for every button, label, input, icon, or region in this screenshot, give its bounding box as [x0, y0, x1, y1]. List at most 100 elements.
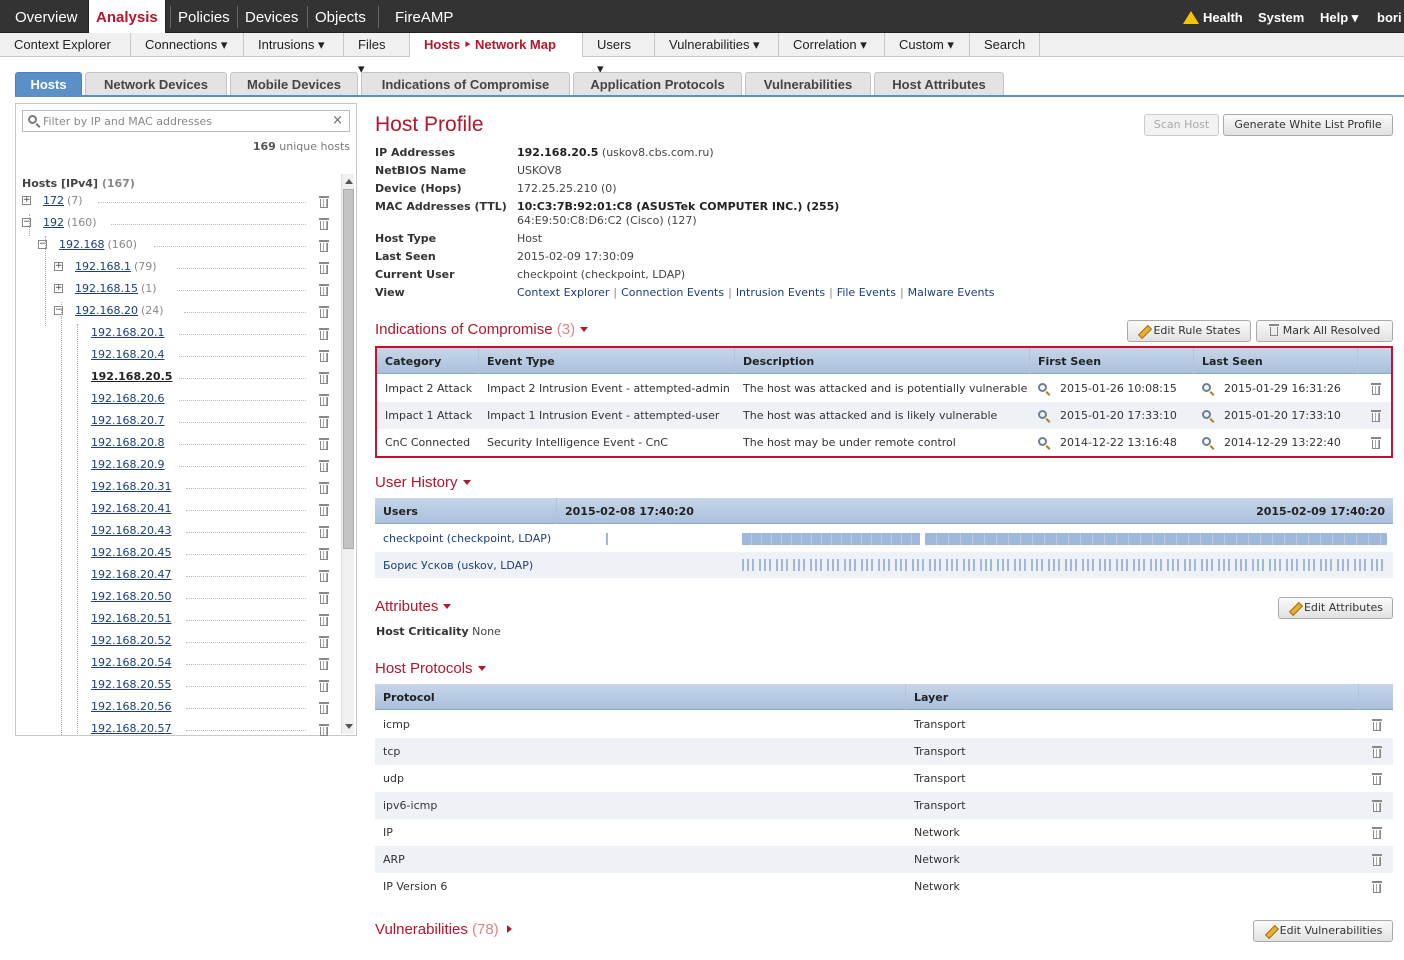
link-file-events[interactable]: File Events — [837, 286, 896, 299]
search-icon[interactable] — [1202, 383, 1211, 392]
tree-node-label[interactable]: 192.168 (160) — [59, 236, 137, 254]
health-link[interactable]: Health — [1183, 0, 1243, 33]
search-icon[interactable] — [1038, 410, 1047, 419]
nav-analysis[interactable]: Analysis — [88, 0, 166, 34]
scroll-up-icon[interactable] — [345, 179, 353, 184]
subnav-custom[interactable]: Custom ▾ — [885, 33, 970, 57]
tree-node[interactable]: 192.168.20.50 — [16, 588, 341, 606]
tree-node-label[interactable]: 192.168.15 (1) — [75, 280, 157, 298]
tree-node[interactable]: 192.168.20.1 — [16, 324, 341, 342]
tree-node-label[interactable]: 192.168.20.31 — [91, 478, 171, 496]
delete-host-icon[interactable] — [319, 327, 329, 340]
tree-node[interactable]: 192.168.20.56 — [16, 698, 341, 716]
resolve-icon[interactable] — [1371, 382, 1381, 395]
delete-host-icon[interactable] — [319, 481, 329, 494]
tree-node-label[interactable]: 192.168.20.52 — [91, 632, 171, 650]
tree-node[interactable]: 192.168.20.54 — [16, 654, 341, 672]
tree-node[interactable]: 192.168.20.41 — [16, 500, 341, 518]
link-malware-events[interactable]: Malware Events — [908, 286, 995, 299]
tree-node-label[interactable]: 192.168.20.51 — [91, 610, 171, 628]
delete-host-icon[interactable] — [319, 679, 329, 692]
delete-host-icon[interactable] — [319, 635, 329, 648]
generate-white-list-button[interactable]: Generate White List Profile — [1223, 114, 1393, 136]
delete-host-icon[interactable] — [319, 305, 329, 318]
user-link[interactable]: checkpoint (checkpoint, LDAP) — [375, 525, 551, 552]
tree-node-label[interactable]: 192.168.20.9 — [91, 456, 164, 474]
edit-vulnerabilities-button[interactable]: Edit Vulnerabilities — [1253, 920, 1393, 942]
nav-overview[interactable]: Overview — [8, 0, 85, 33]
tree-node[interactable]: −192 (160) — [16, 214, 341, 232]
expand-icon[interactable]: + — [54, 262, 63, 271]
ioc-section-title[interactable]: Indications of Compromise (3) — [375, 321, 589, 338]
expand-icon[interactable]: + — [22, 196, 31, 205]
tree-node[interactable]: 192.168.20.31 — [16, 478, 341, 496]
tree-node-label[interactable]: 192.168.20.7 — [91, 412, 164, 430]
delete-protocol-icon[interactable] — [1372, 826, 1382, 839]
delete-host-icon[interactable] — [319, 591, 329, 604]
tab-host-attributes[interactable]: Host Attributes — [874, 72, 1004, 96]
tree-node[interactable]: 192.168.20.57 — [16, 720, 341, 738]
tree-node[interactable]: 192.168.20.51 — [16, 610, 341, 628]
delete-protocol-icon[interactable] — [1372, 799, 1382, 812]
tree-scrollbar[interactable] — [341, 174, 354, 734]
col-protocol[interactable]: Protocol — [375, 684, 906, 710]
expand-icon[interactable]: + — [54, 284, 63, 293]
subnav-hosts-network-map[interactable]: Hosts ‣ Network Map — [410, 33, 583, 57]
delete-protocol-icon[interactable] — [1372, 772, 1382, 785]
tree-node-label[interactable]: 192.168.20.56 — [91, 698, 171, 716]
tree-node[interactable]: 192.168.20.47 — [16, 566, 341, 584]
tree-node[interactable]: 192.168.20.4 — [16, 346, 341, 364]
subnav-connections[interactable]: Connections ▾ — [131, 33, 244, 57]
tree-node-label[interactable]: 192.168.20.47 — [91, 566, 171, 584]
delete-host-icon[interactable] — [319, 547, 329, 560]
delete-host-icon[interactable] — [319, 459, 329, 472]
search-icon[interactable] — [1038, 437, 1047, 446]
subnav-search[interactable]: Search — [970, 33, 1040, 57]
tree-node-label[interactable]: 192.168.1 (79) — [75, 258, 157, 276]
tree-node[interactable]: +192.168.15 (1) — [16, 280, 341, 298]
col-event-type[interactable]: Event Type — [479, 348, 735, 374]
tree-node-label[interactable]: 192.168.20.54 — [91, 654, 171, 672]
delete-host-icon[interactable] — [319, 723, 329, 736]
delete-host-icon[interactable] — [319, 217, 329, 230]
delete-host-icon[interactable] — [319, 525, 329, 538]
delete-host-icon[interactable] — [319, 195, 329, 208]
scan-host-button[interactable]: Scan Host — [1144, 114, 1219, 136]
tree-node[interactable]: +172 (7) — [16, 192, 341, 210]
user-link[interactable]: Борис Усков (uskov, LDAP) — [375, 552, 533, 579]
host-protocols-title[interactable]: Host Protocols — [375, 660, 486, 677]
delete-protocol-icon[interactable] — [1372, 718, 1382, 731]
tab-hosts[interactable]: Hosts — [15, 72, 82, 96]
col-last-seen[interactable]: Last Seen — [1194, 348, 1358, 374]
system-link[interactable]: System — [1258, 0, 1304, 33]
delete-host-icon[interactable] — [319, 349, 329, 362]
clear-filter-icon[interactable]: × — [332, 113, 343, 128]
tab-vulnerabilities[interactable]: Vulnerabilities — [745, 72, 871, 96]
tree-node-label[interactable]: 192.168.20.8 — [91, 434, 164, 452]
tab-indications-of-compromise[interactable]: Indications of Compromise — [361, 72, 570, 96]
tree-node[interactable]: 192.168.20.6 — [16, 390, 341, 408]
delete-protocol-icon[interactable] — [1372, 853, 1382, 866]
delete-host-icon[interactable] — [319, 371, 329, 384]
resolve-icon[interactable] — [1371, 436, 1381, 449]
user-menu[interactable]: bori — [1377, 0, 1402, 33]
user-history-title[interactable]: User History — [375, 474, 471, 491]
scroll-thumb[interactable] — [343, 189, 354, 549]
scroll-down-icon[interactable] — [345, 724, 353, 729]
search-icon[interactable] — [1038, 383, 1047, 392]
tab-application-protocols[interactable]: Application Protocols — [573, 72, 742, 96]
delete-host-icon[interactable] — [319, 239, 329, 252]
delete-protocol-icon[interactable] — [1372, 880, 1382, 893]
mark-all-resolved-button[interactable]: Mark All Resolved — [1256, 320, 1393, 342]
tree-node[interactable]: −192.168.20 (24) — [16, 302, 341, 320]
delete-protocol-icon[interactable] — [1372, 745, 1382, 758]
delete-host-icon[interactable] — [319, 283, 329, 296]
tree-node-label[interactable]: 192.168.20.55 — [91, 676, 171, 694]
vulnerabilities-title[interactable]: Vulnerabilities (78) — [375, 921, 512, 938]
filter-input[interactable]: Filter by IP and MAC addresses × — [22, 110, 350, 132]
tab-mobile-devices[interactable]: Mobile Devices — [230, 72, 358, 96]
subnav-vulnerabilities[interactable]: Vulnerabilities ▾ — [655, 33, 779, 57]
tree-node-label[interactable]: 192.168.20.50 — [91, 588, 171, 606]
delete-host-icon[interactable] — [319, 701, 329, 714]
delete-host-icon[interactable] — [319, 569, 329, 582]
